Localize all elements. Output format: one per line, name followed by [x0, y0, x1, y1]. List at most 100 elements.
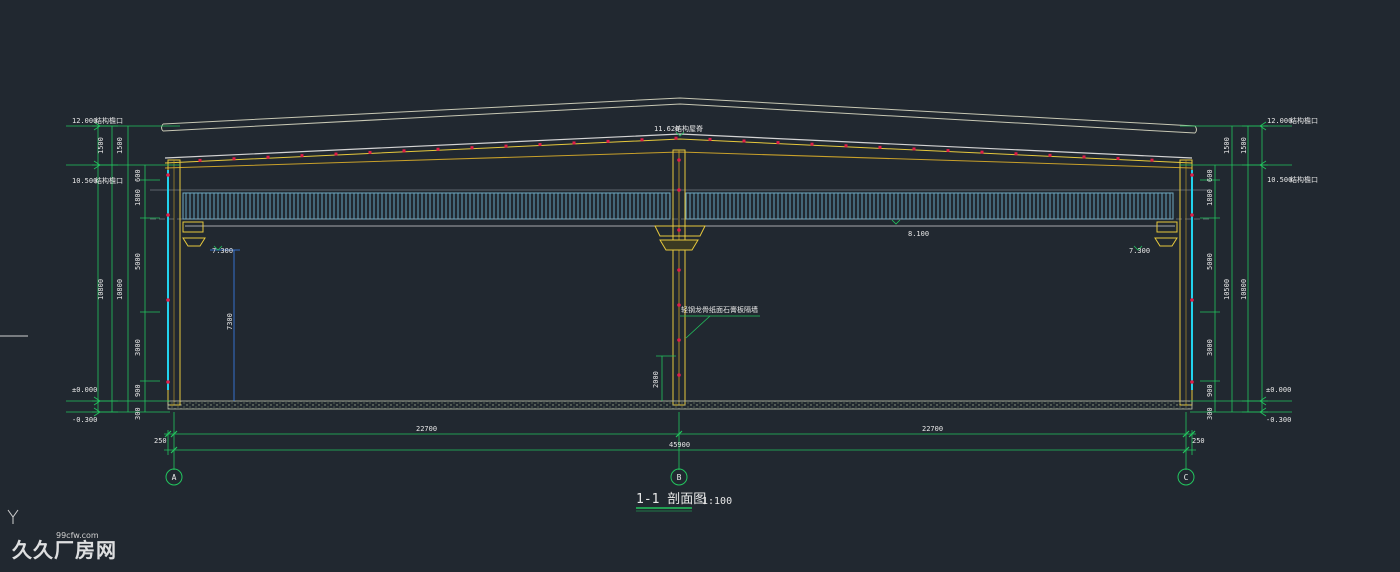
bolt-mark	[677, 268, 681, 272]
level-left-10500-note: 结构檐口	[95, 176, 123, 185]
level-left-000: ±0.000	[72, 386, 97, 394]
partition-label: 轻钢龙骨纸面石膏板隔墙	[681, 305, 758, 314]
vdim-left-600: 600	[134, 169, 142, 182]
purlin-mark	[198, 158, 202, 162]
level-labels-center: 11.620 结构屋脊 7.300 7.300 8.100	[212, 124, 1150, 255]
drawing-title-block: 1-1 剖面图 1:100	[636, 492, 732, 512]
purlin-mark	[1082, 155, 1086, 159]
vdim-right-1800: 1800	[1206, 189, 1214, 206]
hdim-offset-right: 250	[1192, 437, 1205, 445]
axis-bubble-B: B	[670, 468, 688, 486]
purlin-mark	[708, 137, 712, 141]
purlin-mark	[776, 141, 780, 145]
roof-rafters	[164, 133, 1193, 169]
vdim-crane-7300: 7300	[226, 313, 234, 330]
ground-slab	[167, 400, 1193, 410]
purlin-mark	[300, 154, 304, 158]
vdim-right-5000: 5000	[1206, 253, 1214, 270]
level-labels-right: 12.000 结构檐口 10.500 结构檐口 ±0.000 -0.300	[1266, 116, 1318, 424]
vdim-right-900: 900	[1206, 384, 1214, 397]
axis-bubble-C: C	[1177, 468, 1195, 486]
section-drawing: 轻钢龙骨纸面石膏板隔墙 12.000 结构檐口 10.500 结构檐口 ±0.0…	[0, 97, 1318, 524]
purlin-mark	[878, 145, 882, 149]
ridge-note: 结构屋脊	[675, 124, 703, 133]
purlin-mark	[334, 152, 338, 156]
bolt-mark	[166, 298, 170, 302]
bolt-mark	[677, 188, 681, 192]
purlin-mark	[606, 139, 610, 143]
purlin-mark	[912, 147, 916, 151]
level-left-neg300: -0.300	[72, 416, 97, 424]
purlin-mark	[266, 155, 270, 159]
hdim-span-right: 22700	[922, 425, 943, 433]
vdim-left-900: 900	[134, 384, 142, 397]
bolt-mark	[677, 228, 681, 232]
level-left-12000-note: 结构檐口	[95, 116, 123, 125]
vdim-center-2000: 2000	[652, 371, 660, 388]
level-right-10500-note: 结构檐口	[1290, 175, 1318, 184]
column-bolts	[166, 158, 1194, 384]
purlin-mark	[640, 138, 644, 142]
vdim-left-1500-a: 1500	[97, 137, 105, 154]
drawing-title: 1-1 剖面图	[636, 492, 706, 507]
level-right-000: ±0.000	[1266, 386, 1291, 394]
vdim-left-10800-b: 10800	[116, 279, 124, 300]
vdim-right-300: 300	[1206, 407, 1214, 420]
purlin-mark	[946, 149, 950, 153]
purlin-mark	[1116, 157, 1120, 161]
bolt-mark	[1190, 173, 1194, 177]
level-left-12000: 12.000	[72, 117, 97, 125]
level-left-10500: 10.500	[72, 177, 97, 185]
level-right-neg300: -0.300	[1266, 416, 1291, 424]
hdim-span-left: 22700	[416, 425, 437, 433]
bolt-mark	[677, 373, 681, 377]
purlin-mark	[538, 143, 542, 147]
partition-annotation: 轻钢龙骨纸面石膏板隔墙	[680, 305, 760, 339]
purlin-mark	[1014, 152, 1018, 156]
purlin-mark	[980, 150, 984, 154]
beam-level: 8.100	[908, 230, 929, 238]
purlin-mark	[844, 144, 848, 148]
crane-level-left: 7.300	[212, 247, 233, 255]
axis-label-C: C	[1184, 473, 1189, 482]
bolt-mark	[166, 213, 170, 217]
vdim-left-10800-a: 10800	[97, 279, 105, 300]
level-right-12000: 12.000	[1267, 117, 1292, 125]
watermark-url: 99cfw.com	[56, 531, 99, 540]
bolt-mark	[166, 173, 170, 177]
purlin-mark	[572, 141, 576, 145]
vdim-left-3000: 3000	[134, 339, 142, 356]
bolt-mark	[1190, 213, 1194, 217]
vdim-right-10800-a: 10800	[1240, 279, 1248, 300]
vdim-left-1500-b: 1500	[116, 137, 124, 154]
vdim-right-600: 600	[1206, 169, 1214, 182]
vdim-right-1500-b: 1500	[1240, 137, 1248, 154]
purlin-mark	[810, 142, 814, 146]
purlin-mark	[674, 136, 678, 140]
ucs-icon	[0, 335, 28, 524]
purlin-mark	[232, 157, 236, 161]
purlin-mark	[742, 139, 746, 143]
crane-level-right: 7.300	[1129, 247, 1150, 255]
level-labels-left: 12.000 结构檐口 10.500 结构檐口 ±0.000 -0.300	[72, 116, 123, 424]
axis-bubble-A: A	[165, 468, 183, 486]
purlin-mark	[436, 147, 440, 151]
vdim-right-10500-b: 10500	[1223, 279, 1231, 300]
drawing-scale: 1:100	[702, 496, 732, 507]
level-right-12000-note: 结构檐口	[1290, 116, 1318, 125]
column-B	[654, 149, 706, 406]
vdim-left-300: 300	[134, 407, 142, 420]
axis-label-A: A	[172, 473, 177, 482]
hdim-offset-left: 250	[154, 437, 167, 445]
purlin-mark	[1150, 158, 1154, 162]
vdim-right-1500-a: 1500	[1223, 137, 1231, 154]
vdim-left-1800: 1800	[134, 189, 142, 206]
bolt-mark	[1190, 380, 1194, 384]
purlin-mark	[470, 146, 474, 150]
bolt-mark	[166, 380, 170, 384]
purlin-mark	[1048, 153, 1052, 157]
purlin-mark	[402, 149, 406, 153]
bolt-mark	[677, 338, 681, 342]
hdim-total: 45900	[669, 441, 690, 449]
purlin-mark	[504, 144, 508, 148]
